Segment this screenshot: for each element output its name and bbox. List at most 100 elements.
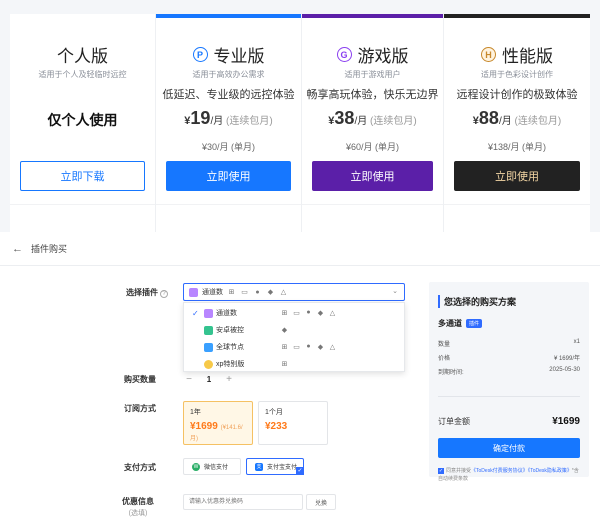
linux-icon: △ xyxy=(329,344,336,351)
plan-name-text: 个人版 xyxy=(57,47,108,66)
row-value: ¥ 1699/年 xyxy=(553,356,580,362)
minus-button[interactable]: − xyxy=(183,374,195,385)
wechat-icon: W xyxy=(192,462,200,471)
summary-plan-name: 多通道 xyxy=(438,319,462,328)
price-value: 88 xyxy=(478,108,499,128)
plan-name-text: 性能版 xyxy=(502,47,553,66)
plugin-select-value: 通道数 xyxy=(202,289,223,296)
plan-desc: 远程设计创作的极致体验 xyxy=(456,89,578,101)
plan-card-game: G 游戏版 适用于游戏用户 畅享高玩体验，快乐无边界 ¥38/月 (连续包月) … xyxy=(302,14,444,232)
plugin-color-icon xyxy=(189,287,198,297)
subscription-title: 1年 xyxy=(190,409,201,416)
quantity-value[interactable]: 1 xyxy=(195,375,223,384)
help-icon[interactable]: ? xyxy=(160,290,168,298)
plan-card-personal: 个人版 适用于个人及轻临时远控 仅个人使用 立即下载 xyxy=(10,14,156,232)
dropdown-item-label: xp特别版 xyxy=(216,361,245,368)
wechat-pay-button[interactable]: W 微信支付 xyxy=(183,458,241,475)
agree-checkbox[interactable]: ✓ xyxy=(438,467,444,474)
divider xyxy=(10,204,155,205)
subscription-price: ¥233 xyxy=(265,421,321,432)
plan-price: ¥38/月 (连续包月) xyxy=(328,108,417,128)
apple-icon: ● xyxy=(306,309,311,316)
plan-name: 个人版 xyxy=(10,42,155,67)
plugin-select[interactable]: 通道数 ⊞ ▭ ● ◆ △ ⌄ xyxy=(183,283,405,301)
monitor-icon: ▭ xyxy=(293,344,300,351)
subscription-title: 1个月 xyxy=(265,409,283,416)
plugin-label: 选择插件? xyxy=(126,287,168,298)
summary-row-expiry: 到期时间: 2025-05-30 xyxy=(438,367,580,376)
plan-card-performance: H 性能版 适用于色彩设计创作 远程设计创作的极致体验 ¥88/月 (连续包月)… xyxy=(444,14,590,232)
use-performance-button[interactable]: 立即使用 xyxy=(454,161,580,191)
price-unit: /月 xyxy=(210,116,224,127)
back-arrow-icon[interactable]: ← xyxy=(12,243,23,255)
apple-icon: ● xyxy=(306,343,311,350)
price-value: 38 xyxy=(334,108,355,128)
alipay-button[interactable]: 支 支付宝支付 ✓ xyxy=(246,458,304,475)
use-pro-button[interactable]: 立即使用 xyxy=(166,161,291,191)
qty-label: 购买数量 xyxy=(124,375,156,384)
summary-row-price: 价格 ¥ 1699/年 xyxy=(438,353,580,362)
diamond-icon: ◆ xyxy=(317,344,324,351)
plan-topbar xyxy=(302,14,443,18)
row-value: 2025-05-30 xyxy=(549,367,580,373)
plugin-color-icon xyxy=(204,360,213,369)
plan-card-pro: P 专业版 适用于高效办公需求 低延迟、专业级的远控体验 ¥19/月 (连续包月… xyxy=(156,14,302,232)
plan-monthly-price: ¥30/月 (单月) xyxy=(201,142,255,152)
row-key: 到期时间: xyxy=(438,370,464,376)
plus-button[interactable]: + xyxy=(223,374,235,385)
dropdown-item-xp[interactable]: xp特别版 ⊞ xyxy=(184,356,404,372)
total-amount: ¥1699 xyxy=(552,416,580,427)
price-note: (连续包月) xyxy=(370,116,417,127)
dropdown-item-label: 全球节点 xyxy=(216,344,244,351)
subscription-price-value: ¥1699 xyxy=(190,421,218,432)
plugin-dropdown: ✓ 通道数 ⊞ ▭ ● ◆ △ 安卓被控 ◆ 全球节点 ⊞ ▭ ● ◆ △ xp特别版 ⊞ xyxy=(183,302,405,372)
plugin-color-icon xyxy=(204,309,213,318)
apple-icon: ● xyxy=(255,288,260,296)
subscription-price: ¥1699 (¥141.6/月) xyxy=(190,421,246,443)
plan-name-text: 游戏版 xyxy=(357,47,409,66)
coupon-input[interactable] xyxy=(183,494,303,510)
dropdown-item-global-node[interactable]: 全球节点 ⊞ ▭ ● ◆ △ xyxy=(184,339,404,355)
plan-desc: 畅享高玩体验，快乐无边界 xyxy=(306,89,439,101)
plan-topbar xyxy=(444,14,590,18)
price-note: (连续包月) xyxy=(226,116,273,127)
plan-name: P 专业版 xyxy=(156,42,301,67)
plugin-tag: 插件 xyxy=(466,319,483,328)
plan-highlight: 仅个人使用 xyxy=(47,112,118,128)
use-game-button[interactable]: 立即使用 xyxy=(312,161,433,191)
windows-icon: ⊞ xyxy=(228,289,235,296)
row-key: 数量 xyxy=(438,342,451,348)
plugin-label-text: 选择插件 xyxy=(126,288,158,297)
game-badge-icon: G xyxy=(336,47,352,62)
order-total: 订单金额 ¥1699 xyxy=(438,416,580,427)
summary-title: 您选择的购买方案 xyxy=(438,295,516,308)
back-bar: ← 插件购买 xyxy=(0,232,600,266)
price-unit: /月 xyxy=(354,116,368,127)
plan-subtitle: 适用于高效办公需求 xyxy=(192,70,265,79)
service-agreement-link[interactable]: 《ToDesk付费服务协议》 xyxy=(471,468,528,474)
redeem-button[interactable]: 兑换 xyxy=(306,494,336,510)
subscription-option-year[interactable]: 1年 ¥1699 (¥141.6/月) xyxy=(183,401,253,445)
row-key: 价格 xyxy=(438,356,451,362)
download-button[interactable]: 立即下载 xyxy=(20,161,145,191)
diamond-icon: ◆ xyxy=(267,289,274,296)
coupon-optional: (选填) xyxy=(128,510,148,517)
plan-subtitle: 适用于游戏用户 xyxy=(344,70,401,79)
plan-name: H 性能版 xyxy=(444,42,590,67)
dropdown-item-channels[interactable]: ✓ 通道数 ⊞ ▭ ● ◆ △ xyxy=(184,305,404,321)
coupon-label-text: 优惠信息 xyxy=(122,497,154,506)
subscription-option-month[interactable]: 1个月 ¥233 xyxy=(258,401,328,445)
divider xyxy=(444,204,590,205)
quantity-stepper: − 1 + xyxy=(183,372,235,386)
selected-check-icon: ✓ xyxy=(296,467,304,475)
order-summary: 您选择的购买方案 多通道 插件 数量 x1 价格 ¥ 1699/年 到期时间: 2025… xyxy=(429,282,589,482)
alipay-icon: 支 xyxy=(255,462,263,471)
plan-name: G 游戏版 xyxy=(302,42,443,67)
dropdown-item-android[interactable]: 安卓被控 ◆ xyxy=(184,322,404,338)
monitor-icon: ▭ xyxy=(241,289,248,296)
privacy-policy-link[interactable]: 《ToDesk隐私政策》 xyxy=(528,468,572,474)
linux-icon: △ xyxy=(329,310,336,317)
divider xyxy=(302,204,443,205)
plan-monthly-price: ¥138/月 (单月) xyxy=(487,142,547,152)
confirm-payment-button[interactable]: 确定付款 xyxy=(438,438,580,458)
